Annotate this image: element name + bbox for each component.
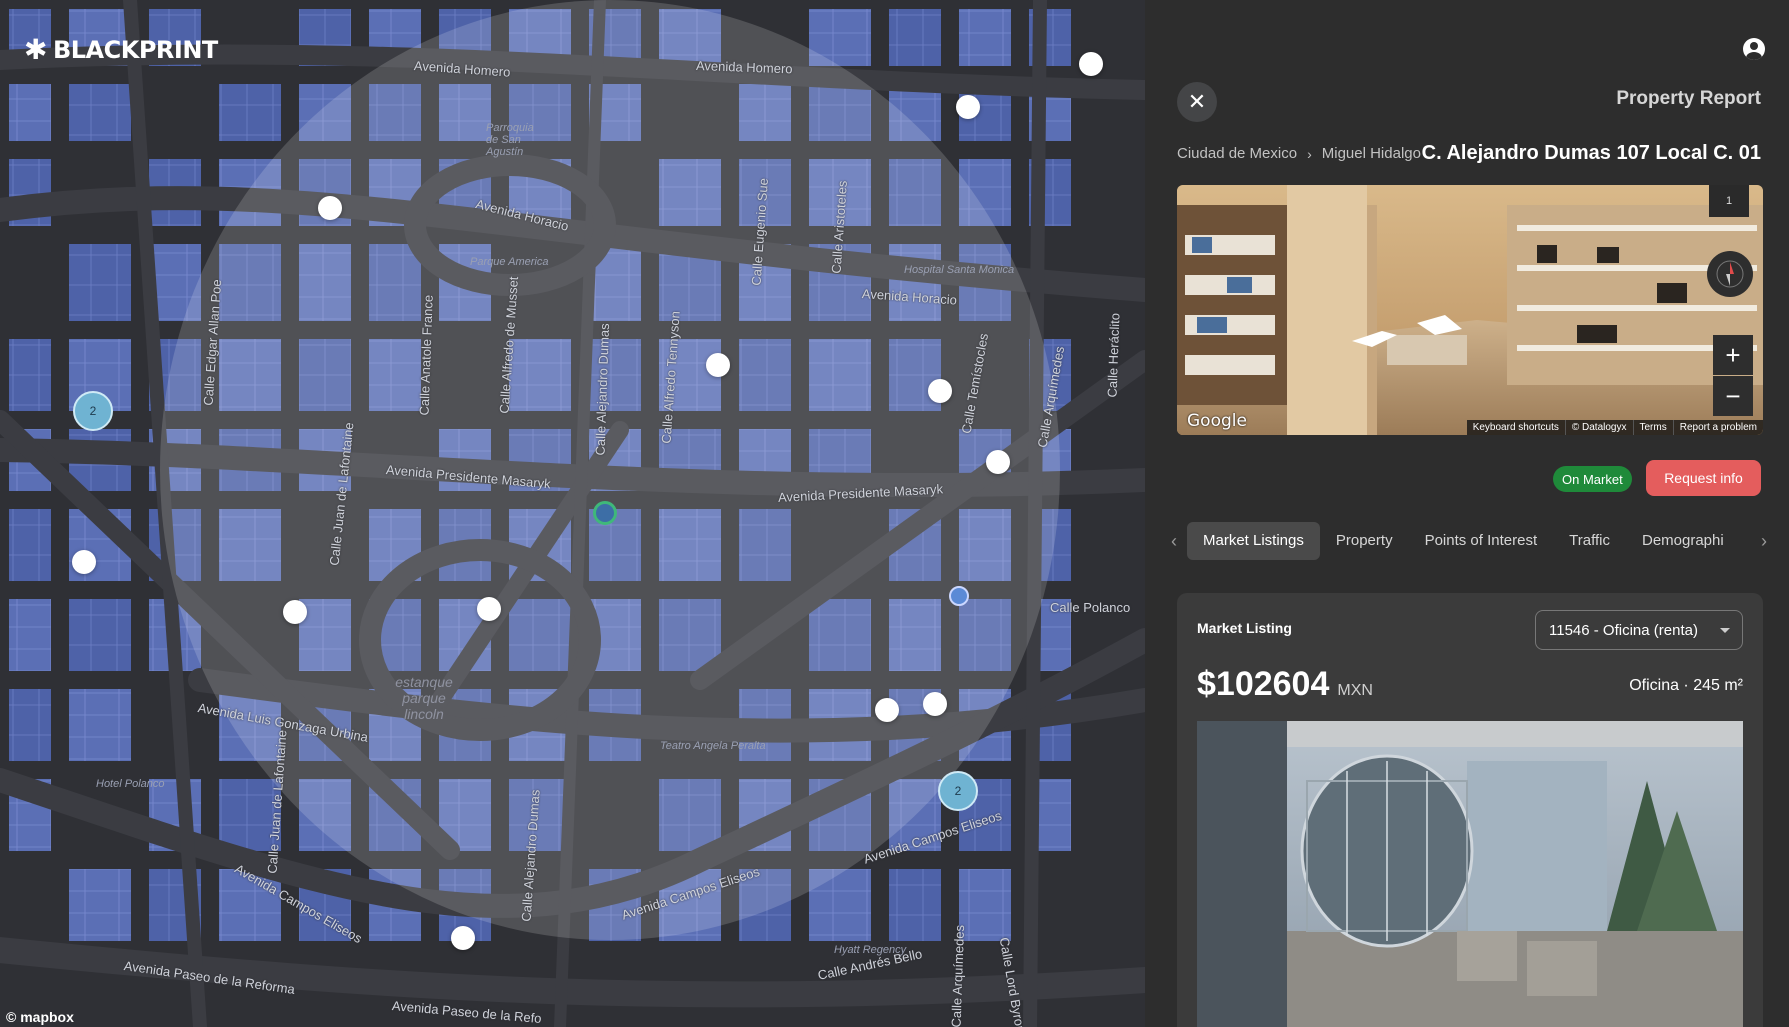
close-button[interactable]: ✕ [1177, 82, 1217, 122]
brand-logo[interactable]: ✱ BLACKPRINT [24, 33, 218, 66]
chevron-right-icon[interactable]: › [1751, 531, 1767, 552]
city-block [69, 689, 131, 761]
city-block [959, 9, 1011, 66]
property-report-panel: ✕ Property Report Ciudad de Mexico › Mig… [1145, 0, 1789, 1027]
city-block [9, 689, 51, 761]
chevron-right-icon: › [1307, 145, 1312, 162]
asterisk-icon: ✱ [24, 33, 47, 66]
subject-property-marker[interactable] [593, 501, 617, 525]
city-block [889, 869, 941, 941]
listing-pin[interactable] [986, 450, 1010, 474]
selected-listing-pin[interactable] [949, 586, 969, 606]
listing-meta: Oficina · 245 m² [1629, 677, 1743, 694]
breadcrumb: Ciudad de Mexico › Miguel Hidalgo C. Ale… [1177, 142, 1761, 165]
listing-pin[interactable] [956, 95, 980, 119]
price-amount: $102604 [1197, 665, 1330, 703]
listing-pin[interactable] [875, 698, 899, 722]
poi-label: estanque parque lincoln [395, 674, 453, 722]
google-logo[interactable]: Google [1187, 411, 1247, 431]
poi-label: Hotel Polanco [96, 778, 165, 790]
market-listing-header: Market Listing [1197, 620, 1292, 636]
street-label: Calle Polanco [1050, 600, 1131, 615]
listing-pin[interactable] [451, 926, 475, 950]
listing-pin[interactable] [706, 353, 730, 377]
page-indicator: 1 [1709, 185, 1749, 217]
compass-needle [1716, 260, 1744, 288]
poi-label: Hospital Santa Monica [904, 264, 1015, 276]
tab-track: Market Listings Property Points of Inter… [1187, 522, 1751, 560]
status-badge: On Market [1553, 466, 1632, 492]
listing-photo[interactable] [1197, 721, 1743, 1027]
poi-label: Teatro Angela Peralta [660, 740, 766, 752]
cluster-marker[interactable]: 2 [73, 391, 113, 431]
tab-market-listings[interactable]: Market Listings [1187, 522, 1320, 560]
brand-name: BLACKPRINT [52, 36, 218, 64]
report-problem-link[interactable]: Report a problem [1672, 420, 1763, 435]
city-block [9, 599, 51, 671]
poi-label: Parroquia de San Agustín [486, 122, 534, 158]
poi-label: Parque America [470, 256, 549, 268]
app: ✱ BLACKPRINT Avenida Homero Avenida Home… [0, 0, 1789, 1027]
city-block [219, 84, 281, 141]
street-view-image [1177, 185, 1763, 435]
mapbox-attribution[interactable]: © mapbox [6, 1009, 74, 1025]
zoom-in-button[interactable]: + [1713, 335, 1753, 375]
tab-demographics[interactable]: Demographi [1626, 522, 1740, 560]
chevron-left-icon[interactable]: ‹ [1171, 531, 1187, 552]
breadcrumb-item[interactable]: Ciudad de Mexico [1177, 145, 1297, 162]
listing-select-value: 11546 - Oficina (renta) [1549, 621, 1698, 639]
caret-down-icon [1720, 627, 1730, 633]
keyboard-shortcuts-link[interactable]: Keyboard shortcuts [1467, 420, 1565, 435]
listing-pin[interactable] [318, 196, 342, 220]
street-view[interactable]: 1 + − Google Keyboard shortcuts © Datalo… [1177, 185, 1763, 435]
listing-pin[interactable] [928, 379, 952, 403]
listing-select[interactable]: 11546 - Oficina (renta) [1535, 610, 1743, 650]
city-block [9, 84, 51, 141]
city-block [69, 869, 131, 941]
tab-bar: ‹ Market Listings Property Points of Int… [1171, 522, 1767, 560]
poi-label: Hyatt Regency [834, 944, 907, 956]
tab-traffic[interactable]: Traffic [1553, 522, 1626, 560]
listing-pin[interactable] [923, 692, 947, 716]
city-block [889, 9, 941, 66]
tab-points-of-interest[interactable]: Points of Interest [1409, 522, 1554, 560]
compass-icon[interactable] [1707, 251, 1753, 297]
request-info-button[interactable]: Request info [1646, 460, 1761, 496]
listing-price: $102604 MXN [1197, 665, 1373, 704]
map-base [0, 0, 1145, 1027]
city-block [69, 599, 131, 671]
streetview-attribution: Keyboard shortcuts © Datalogyx Terms Rep… [1466, 420, 1763, 435]
terms-link[interactable]: Terms [1632, 420, 1673, 435]
market-listing-card: Market Listing 11546 - Oficina (renta) $… [1177, 593, 1763, 1027]
city-block [69, 244, 131, 321]
panel-title: Property Report [1616, 88, 1761, 109]
zoom-out-button[interactable]: − [1713, 376, 1753, 416]
price-currency: MXN [1337, 682, 1373, 699]
city-block [69, 84, 131, 141]
map-view[interactable]: ✱ BLACKPRINT Avenida Homero Avenida Home… [0, 0, 1145, 1027]
close-icon: ✕ [1187, 89, 1207, 114]
listing-pin[interactable] [72, 550, 96, 574]
data-attribution: © Datalogyx [1564, 420, 1633, 435]
property-address: C. Alejandro Dumas 107 Local C. 01 [1421, 142, 1761, 164]
listing-pin[interactable] [477, 597, 501, 621]
tab-property[interactable]: Property [1320, 522, 1409, 560]
listing-pin[interactable] [283, 600, 307, 624]
listing-pin[interactable] [1079, 52, 1103, 76]
cluster-marker[interactable]: 2 [938, 771, 978, 811]
user-account-icon[interactable] [1743, 38, 1765, 60]
street-label: Calle Heráclito [1104, 312, 1123, 398]
city-block [9, 339, 51, 411]
listing-photo-image [1197, 721, 1743, 1027]
breadcrumb-item[interactable]: Miguel Hidalgo [1322, 145, 1421, 162]
city-block [9, 509, 51, 581]
